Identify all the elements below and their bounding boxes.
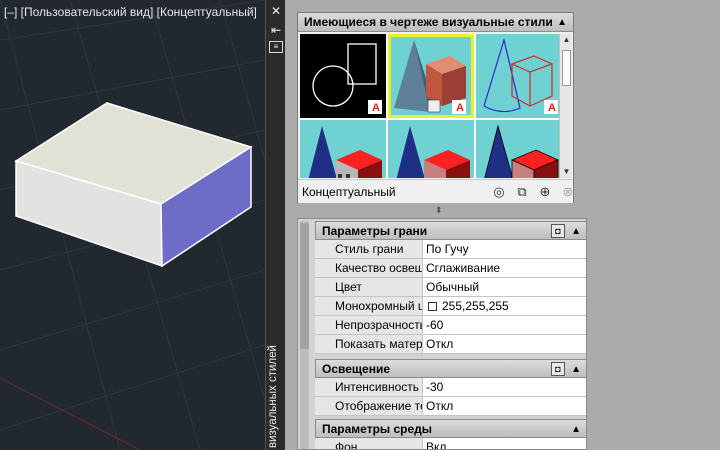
- palette-title-bar[interactable]: ✕ ⇤ ≡ визуальных стилей: [265, 0, 285, 450]
- thumbnail-2d-wireframe[interactable]: A: [300, 34, 386, 118]
- property-key: Интенсивность п...: [315, 378, 423, 396]
- thumbnail-shaded-with-edges[interactable]: [476, 120, 562, 178]
- property-row[interactable]: Интенсивность п...-30: [315, 378, 586, 397]
- collapse-icon[interactable]: ▲: [571, 360, 581, 379]
- property-row[interactable]: Непрозрачность -60: [315, 316, 586, 335]
- splitter-handle[interactable]: ⬍: [435, 205, 443, 216]
- environment-header[interactable]: Параметры среды ▲: [315, 419, 586, 439]
- styles-section-title: Имеющиеся в чертеже визуальные стили: [304, 15, 553, 29]
- collapse-icon[interactable]: ▲: [557, 13, 567, 32]
- property-value[interactable]: Откл: [423, 397, 586, 415]
- thumbnail-realistic[interactable]: [300, 120, 386, 178]
- color-swatch-icon: [428, 302, 437, 311]
- lighting-title: Освещение: [322, 362, 390, 376]
- create-style-icon[interactable]: ◎: [490, 184, 508, 200]
- face-settings-title: Параметры грани: [322, 224, 428, 238]
- property-key: Качество освеще...: [315, 259, 423, 277]
- property-value[interactable]: -60: [423, 316, 586, 334]
- palette-title: визуальных стилей: [267, 345, 279, 448]
- property-value[interactable]: -30: [423, 378, 586, 396]
- properties-menu-icon[interactable]: ≡: [269, 41, 283, 53]
- visual-styles-manager: Имеющиеся в чертеже визуальные стили ▲ A: [285, 0, 720, 450]
- property-value[interactable]: Вкл: [423, 438, 586, 449]
- property-key: Фон: [315, 438, 423, 449]
- viewport-controls-label[interactable]: [–] [Пользовательский вид] [Концептуальн…: [4, 5, 257, 19]
- collapse-icon[interactable]: ▲: [571, 222, 581, 241]
- lighting-group: Освещение ◘ ▲ Интенсивность п...-30 Отоб…: [315, 359, 586, 416]
- face-settings-group: Параметры грани ◘ ▲ Стиль грани По Гучу К…: [315, 221, 586, 354]
- svg-text:A: A: [372, 102, 380, 114]
- face-settings-header[interactable]: Параметры грани ◘ ▲: [315, 221, 586, 241]
- property-row[interactable]: Монохромный ц... 255,255,255: [315, 297, 586, 316]
- style-thumbnails: A A A: [300, 34, 563, 178]
- save-to-palette-icon[interactable]: ⊕: [536, 184, 554, 200]
- viewport-grid: [0, 0, 265, 450]
- property-key: Показать матери...: [315, 335, 423, 353]
- svg-text:A: A: [456, 102, 464, 114]
- thumbnails-scrollbar[interactable]: ▲ ▼: [559, 34, 572, 178]
- scroll-up-icon[interactable]: ▲: [560, 34, 573, 46]
- property-value[interactable]: Обычный: [423, 278, 586, 296]
- lighting-header[interactable]: Освещение ◘ ▲: [315, 359, 586, 379]
- property-value[interactable]: Откл: [423, 335, 586, 353]
- drawing-viewport[interactable]: [–] [Пользовательский вид] [Концептуальн…: [0, 0, 265, 450]
- properties-scrollbar[interactable]: [300, 221, 309, 449]
- property-row[interactable]: Стиль грани По Гучу: [315, 240, 586, 259]
- property-key: Стиль грани: [315, 240, 423, 258]
- collapse-icon[interactable]: ▲: [571, 420, 581, 439]
- property-row[interactable]: Качество освеще...Сглаживание: [315, 259, 586, 278]
- environment-title: Параметры среды: [322, 422, 433, 436]
- scroll-down-icon[interactable]: ▼: [560, 166, 573, 178]
- property-row[interactable]: Отображение те...Откл: [315, 397, 586, 416]
- property-row[interactable]: Показать матери...Откл: [315, 335, 586, 354]
- property-value[interactable]: По Гучу: [423, 240, 586, 258]
- properties-scrollbar-thumb[interactable]: [300, 223, 309, 349]
- thumbnail-conceptual[interactable]: A: [388, 34, 474, 118]
- property-row[interactable]: Фон Вкл: [315, 438, 586, 449]
- close-icon[interactable]: ✕: [268, 4, 284, 18]
- box-model[interactable]: [14, 102, 253, 268]
- environment-group: Параметры среды ▲ Фон Вкл: [315, 419, 586, 449]
- scrollbar-thumb[interactable]: [562, 50, 571, 86]
- property-key: Отображение те...: [315, 397, 423, 415]
- thumbnail-hidden[interactable]: A: [476, 34, 562, 118]
- property-row[interactable]: Цвет Обычный: [315, 278, 586, 297]
- autohide-icon[interactable]: ⇤: [268, 23, 284, 37]
- apply-to-viewport-icon[interactable]: ⧉: [513, 184, 531, 200]
- svg-text:A: A: [548, 102, 556, 114]
- lighting-toggle-icon[interactable]: ◘: [551, 362, 565, 376]
- property-key: Цвет: [315, 278, 423, 296]
- property-key: Непрозрачность: [315, 316, 423, 334]
- thumbnail-shaded[interactable]: [388, 120, 474, 178]
- property-key: Монохромный ц...: [315, 297, 423, 315]
- styles-section-header[interactable]: Имеющиеся в чертеже визуальные стили ▲: [298, 13, 573, 32]
- property-value-text: 255,255,255: [442, 299, 509, 313]
- property-value[interactable]: 255,255,255: [423, 297, 586, 315]
- face-settings-toggle-icon[interactable]: ◘: [551, 224, 565, 238]
- available-styles-section: Имеющиеся в чертеже визуальные стили ▲ A: [297, 12, 574, 203]
- delete-style-icon[interactable]: ⊗: [559, 184, 577, 200]
- property-value[interactable]: Сглаживание: [423, 259, 586, 277]
- style-footer: Концептуальный ◎ ⧉ ⊕ ⊗: [298, 179, 573, 203]
- properties-panel: Параметры грани ◘ ▲ Стиль грани По Гучу К…: [297, 218, 587, 450]
- current-style-name: Концептуальный: [302, 185, 396, 199]
